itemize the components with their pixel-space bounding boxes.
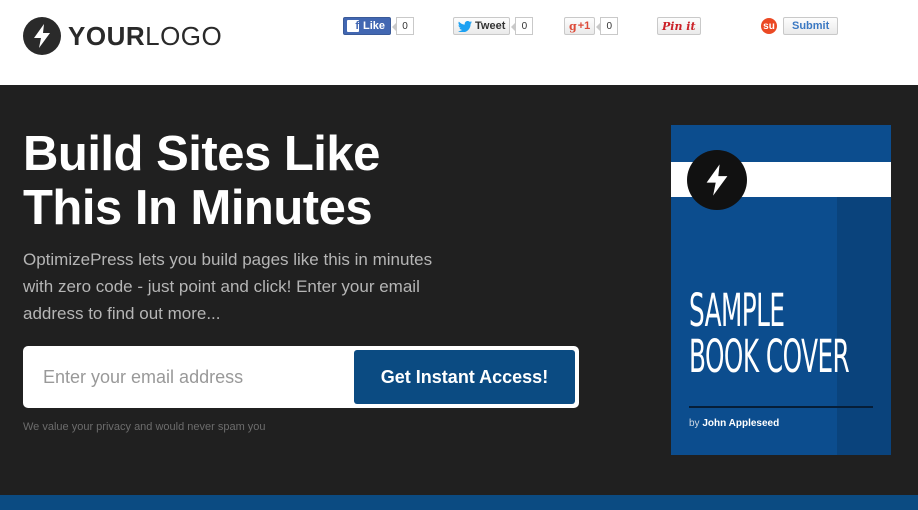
hero-headline: Build Sites Like This In Minutes xyxy=(23,127,453,235)
google-plus-count: 0 xyxy=(596,17,619,35)
stumbleupon-icon[interactable]: su xyxy=(761,18,777,34)
hero-section: Build Sites Like This In Minutes Optimiz… xyxy=(0,85,918,495)
stumbleupon-submit-button[interactable]: Submit xyxy=(783,17,839,35)
email-input[interactable] xyxy=(23,346,343,408)
site-header: YOURLOGO f Like 0 Tweet 0 g +1 0 Pin it xyxy=(0,0,918,85)
pin-it-button[interactable]: Pin it xyxy=(657,17,701,35)
book-cover-image: SAMPLE BOOK COVER by John Appleseed xyxy=(671,125,891,455)
book-title-line-2: BOOK COVER xyxy=(689,330,850,383)
pin-it-label: Pin it xyxy=(662,19,696,33)
lightning-bolt-icon xyxy=(687,150,747,210)
facebook-like-label: Like xyxy=(363,20,386,32)
google-plus-label: +1 xyxy=(577,20,591,32)
tweet-label: Tweet xyxy=(475,20,506,32)
lightning-bolt-icon xyxy=(23,17,61,55)
book-cover-divider xyxy=(689,406,873,408)
optin-form: Get Instant Access! xyxy=(23,346,579,408)
stumbleupon-share: su Submit xyxy=(761,17,839,35)
book-author-prefix: by xyxy=(689,418,700,429)
book-author: by John Appleseed xyxy=(689,418,779,429)
google-plus-icon: g xyxy=(569,19,577,33)
google-plus-share: g +1 0 xyxy=(564,17,619,35)
twitter-share: Tweet 0 xyxy=(453,17,534,35)
book-cover-title: SAMPLE BOOK COVER xyxy=(689,288,850,383)
book-author-name: John Appleseed xyxy=(702,418,780,429)
tweet-count: 0 xyxy=(511,17,534,35)
logo-text-bold: YOUR xyxy=(68,21,146,51)
google-plus-one-button[interactable]: g +1 xyxy=(564,17,596,35)
facebook-share: f Like 0 xyxy=(343,17,415,35)
twitter-bird-icon xyxy=(458,20,472,32)
pinterest-share: Pin it xyxy=(657,17,701,35)
hero-subtext: OptimizePress lets you build pages like … xyxy=(23,250,433,323)
site-logo[interactable]: YOURLOGO xyxy=(23,17,222,55)
facebook-like-button[interactable]: f Like xyxy=(343,17,392,35)
facebook-like-count: 0 xyxy=(392,17,415,35)
get-instant-access-button[interactable]: Get Instant Access! xyxy=(354,350,575,404)
hero-headline-line-1: Build Sites Like xyxy=(23,127,380,181)
privacy-note: We value your privacy and would never sp… xyxy=(23,421,266,433)
footer-band xyxy=(0,495,918,510)
logo-text-light: LOGO xyxy=(145,21,223,51)
facebook-icon: f xyxy=(347,20,359,32)
tweet-button[interactable]: Tweet xyxy=(453,17,511,35)
hero-headline-line-2: This In Minutes xyxy=(23,181,373,235)
logo-text: YOURLOGO xyxy=(68,23,222,49)
stumbleupon-submit-label: Submit xyxy=(792,20,830,32)
